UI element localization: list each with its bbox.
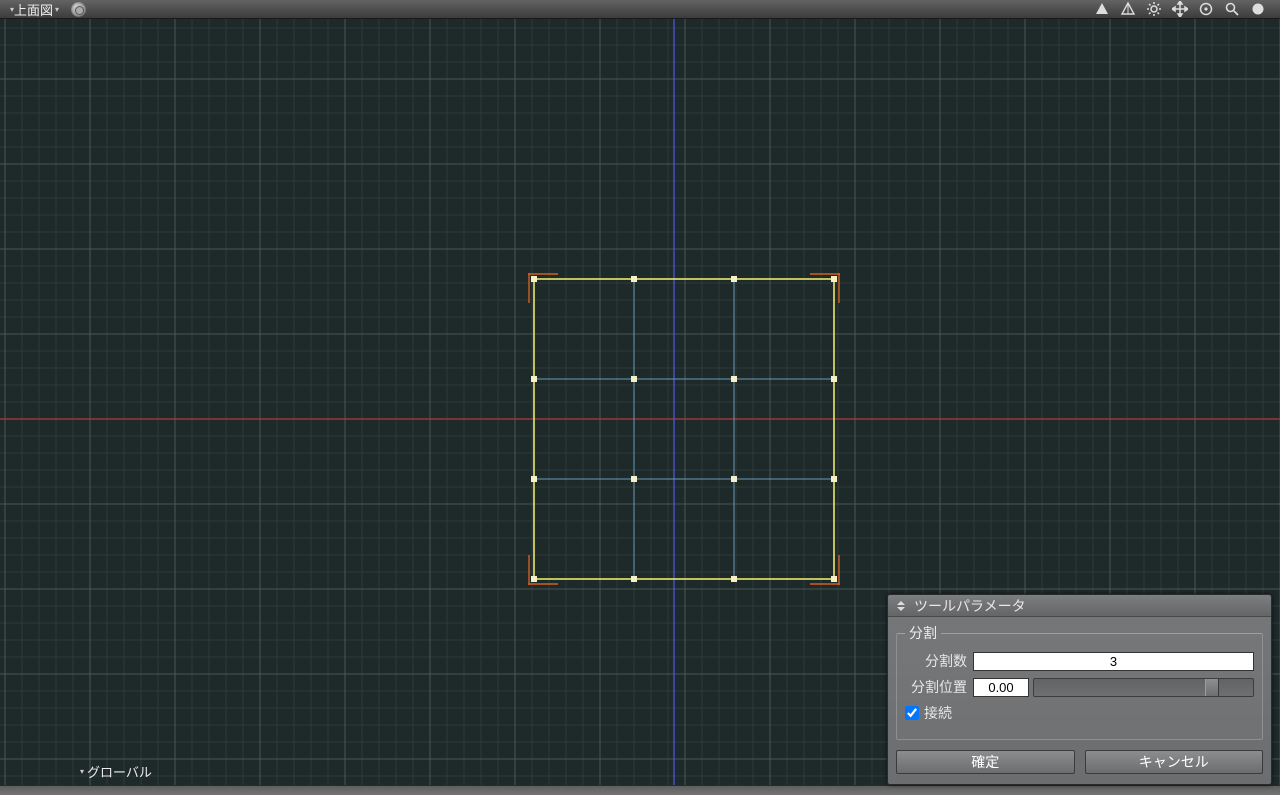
connect-label: 接続	[924, 703, 952, 723]
coordinate-space-menu[interactable]: ▾ グローバル	[80, 762, 152, 781]
pan-icon[interactable]	[1172, 1, 1188, 17]
position-input[interactable]	[973, 678, 1029, 697]
shade-solid-icon[interactable]	[1094, 1, 1110, 17]
viewport-menu[interactable]: ▾ 上面図 ▾	[8, 0, 59, 19]
space-label: グローバル	[87, 762, 152, 781]
view-label: 上面図	[14, 0, 53, 19]
ok-button[interactable]: 確定	[896, 750, 1075, 774]
record-icon[interactable]	[71, 2, 86, 17]
position-slider[interactable]	[1033, 678, 1254, 697]
status-bar	[0, 785, 1280, 795]
tool-parameter-panel: ツールパラメータ 分割 分割数 分割位置 接続	[887, 594, 1272, 785]
connect-checkbox-row[interactable]: 接続	[905, 703, 1248, 723]
panel-titlebar[interactable]: ツールパラメータ	[888, 595, 1271, 617]
gear-icon[interactable]	[1146, 1, 1162, 17]
group-label: 分割	[905, 623, 941, 643]
cancel-button[interactable]: キャンセル	[1085, 750, 1264, 774]
position-label: 分割位置	[905, 677, 967, 697]
divisions-label: 分割数	[905, 651, 967, 671]
collapse-icon[interactable]	[894, 599, 908, 613]
maximize-icon[interactable]	[1250, 1, 1266, 17]
orbit-icon[interactable]	[1198, 1, 1214, 17]
top-toolbar: ▾ 上面図 ▾	[0, 0, 1280, 19]
zoom-icon[interactable]	[1224, 1, 1240, 17]
divisions-input[interactable]	[973, 652, 1254, 671]
connect-checkbox[interactable]	[905, 706, 919, 720]
panel-title: ツールパラメータ	[914, 596, 1026, 616]
dropdown-triangle-icon: ▾	[55, 5, 59, 14]
divide-group: 分割 分割数 分割位置 接続	[896, 623, 1263, 740]
shade-wire-icon[interactable]	[1120, 1, 1136, 17]
slider-thumb[interactable]	[1205, 679, 1219, 696]
dropdown-triangle-icon: ▾	[80, 767, 84, 776]
